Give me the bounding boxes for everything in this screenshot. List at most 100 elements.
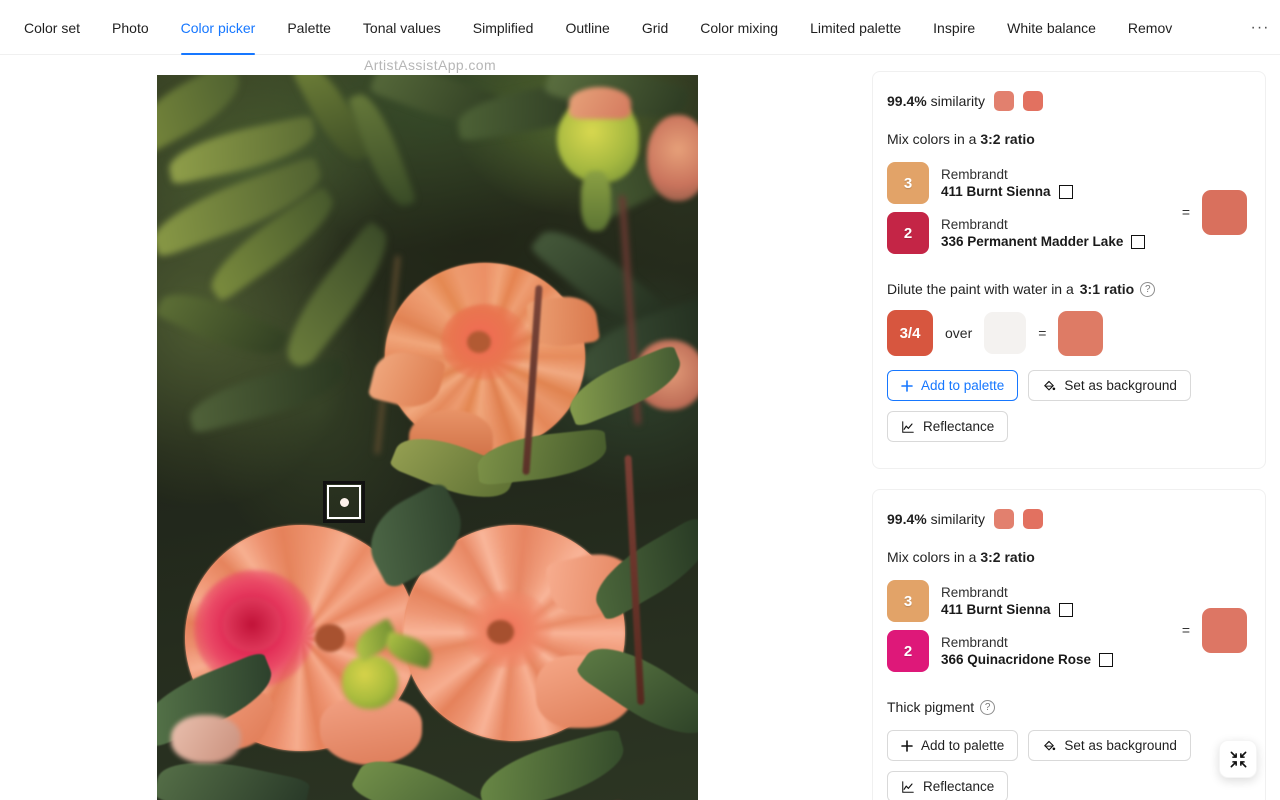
tab-overflow-fade [1206, 0, 1240, 54]
mix-body: 3 Rembrandt 411 Burnt Sienna 2 Rembrandt [887, 580, 1247, 680]
equals-sign: = [1181, 622, 1190, 638]
tab-overflow-menu-button[interactable]: ··· [1240, 0, 1280, 55]
similarity-value: 99.4% [887, 93, 927, 109]
plus-icon [901, 379, 913, 392]
paint-brand: Rembrandt [941, 584, 1008, 600]
reflectance-button[interactable]: Reflectance [887, 771, 1009, 800]
tab-tonal-values[interactable]: Tonal values [347, 0, 457, 55]
paint-checkbox[interactable] [1131, 234, 1146, 249]
dilute-background-swatch [984, 312, 1027, 354]
over-label: over [945, 325, 973, 341]
dilute-fraction-chip: 3/4 [887, 310, 933, 356]
collapse-arrows-icon [1230, 751, 1246, 767]
paint-name: 366 Quinacridone Rose [941, 652, 1092, 667]
dilute-ratio: 3:1 ratio [1079, 281, 1135, 297]
set-as-background-label: Set as background [1064, 738, 1177, 753]
paint-row[interactable]: 2 Rembrandt 366 Quinacridone Rose [887, 630, 1170, 672]
dilute-row: 3/4 over = [887, 310, 1247, 356]
paint-name-row: 366 Quinacridone Rose [941, 651, 1114, 668]
paint-bucket-icon [1042, 379, 1056, 393]
tab-list[interactable]: Color set Photo Color picker Palette Ton… [0, 0, 1240, 55]
dilute-prefix: Dilute the paint with water in a [887, 281, 1074, 297]
tab-outline[interactable]: Outline [549, 0, 625, 55]
equals-sign: = [1181, 204, 1190, 220]
reflectance-button-row: Reflectance [887, 411, 1247, 442]
mix-ratio: 3:2 ratio [980, 131, 1035, 147]
reflectance-button[interactable]: Reflectance [887, 411, 1009, 442]
set-as-background-button[interactable]: Set as background [1028, 730, 1191, 761]
paint-checkbox[interactable] [1058, 602, 1073, 617]
paint-row[interactable]: 2 Rembrandt 336 Permanent Madder Lake [887, 212, 1170, 254]
tab-label: White balance [1007, 19, 1096, 36]
tab-limited-palette[interactable]: Limited palette [794, 0, 917, 55]
add-to-palette-button[interactable]: Add to palette [887, 730, 1019, 761]
similarity-chip-mix [1023, 509, 1044, 529]
tab-label: Color picker [180, 19, 256, 36]
tab-label: Tonal values [362, 19, 441, 36]
tab-palette[interactable]: Palette [271, 0, 347, 55]
paint-list: 3 Rembrandt 411 Burnt Sienna 2 Rembrandt [887, 162, 1170, 262]
paint-brand: Rembrandt [941, 216, 1008, 232]
paint-row[interactable]: 3 Rembrandt 411 Burnt Sienna [887, 162, 1170, 204]
tab-grid[interactable]: Grid [626, 0, 684, 55]
paint-brand: Rembrandt [941, 634, 1008, 650]
paint-meta: Rembrandt 336 Permanent Madder Lake [941, 216, 1146, 251]
paint-row[interactable]: 3 Rembrandt 411 Burnt Sienna [887, 580, 1170, 622]
action-button-row: Add to palette Set as background [887, 730, 1247, 761]
equals-sign: = [1038, 325, 1047, 341]
line-chart-icon [901, 420, 915, 434]
help-icon[interactable]: ? [980, 699, 996, 715]
tab-label: Outline [565, 19, 610, 36]
photo-dahlia-bottom-right [355, 480, 640, 741]
paint-meta: Rembrandt 411 Burnt Sienna [941, 584, 1073, 619]
photo-bud-tips [569, 87, 631, 119]
similarity-value: 99.4% [887, 511, 927, 527]
tab-label: Simplified [472, 19, 534, 36]
mix-instruction: Mix colors in a 3:2 ratio [887, 546, 1247, 568]
color-picker-cursor[interactable] [323, 481, 365, 523]
tab-color-set[interactable]: Color set [8, 0, 96, 55]
mix-prefix: Mix colors in a [887, 131, 981, 147]
photo-right-bud [647, 115, 698, 201]
thick-pigment-note: Thick pigment ? [887, 696, 1247, 718]
image-canvas-area[interactable]: ArtistAssistApp.com [0, 55, 860, 800]
mix-result-swatch [1202, 607, 1247, 653]
reflectance-button-row: Reflectance [887, 771, 1247, 800]
set-as-background-label: Set as background [1064, 378, 1177, 393]
paint-meta: Rembrandt 366 Quinacridone Rose [941, 634, 1114, 669]
paint-checkbox[interactable] [1099, 652, 1114, 667]
tab-label: Remov [1127, 19, 1173, 36]
tab-white-balance[interactable]: White balance [991, 0, 1112, 55]
tab-color-picker[interactable]: Color picker [165, 0, 272, 55]
paint-meta: Rembrandt 411 Burnt Sienna [941, 166, 1073, 201]
help-icon[interactable]: ? [1140, 281, 1156, 297]
dilute-result-swatch [1058, 310, 1104, 356]
paint-name-row: 411 Burnt Sienna [941, 601, 1073, 618]
tab-inspire[interactable]: Inspire [917, 0, 991, 55]
color-mixtures-panel[interactable]: 99.4% similarity Mix colors in a 3:2 rat… [860, 55, 1280, 800]
tab-photo[interactable]: Photo [96, 0, 165, 55]
similarity-row: 99.4% similarity [887, 508, 1247, 530]
tab-remove-background[interactable]: Remov [1112, 0, 1188, 55]
tab-label: Grid [641, 19, 669, 36]
reference-photo[interactable] [157, 75, 698, 800]
paint-checkbox[interactable] [1058, 184, 1073, 199]
set-as-background-button[interactable]: Set as background [1028, 370, 1191, 401]
paint-name: 411 Burnt Sienna [941, 184, 1051, 199]
collapse-fullscreen-button[interactable] [1219, 740, 1257, 778]
tab-label: Photo [112, 19, 149, 36]
add-to-palette-label: Add to palette [921, 378, 1005, 393]
tab-color-mixing[interactable]: Color mixing [684, 0, 794, 55]
similarity-chip-mix [1023, 91, 1044, 111]
mixture-card: 99.4% similarity Mix colors in a 3:2 rat… [872, 71, 1266, 469]
photo-bud-stem [581, 171, 611, 231]
action-button-row: Add to palette Set as background [887, 370, 1247, 401]
paint-parts-chip: 3 [887, 580, 929, 622]
paint-parts-chip: 2 [887, 630, 929, 672]
similarity-suffix: similarity [926, 93, 986, 109]
plus-icon [901, 739, 913, 752]
add-to-palette-button[interactable]: Add to palette [887, 370, 1019, 401]
paint-name-row: 411 Burnt Sienna [941, 183, 1073, 200]
tab-simplified[interactable]: Simplified [457, 0, 550, 55]
watermark-label: ArtistAssistApp.com [363, 57, 497, 73]
